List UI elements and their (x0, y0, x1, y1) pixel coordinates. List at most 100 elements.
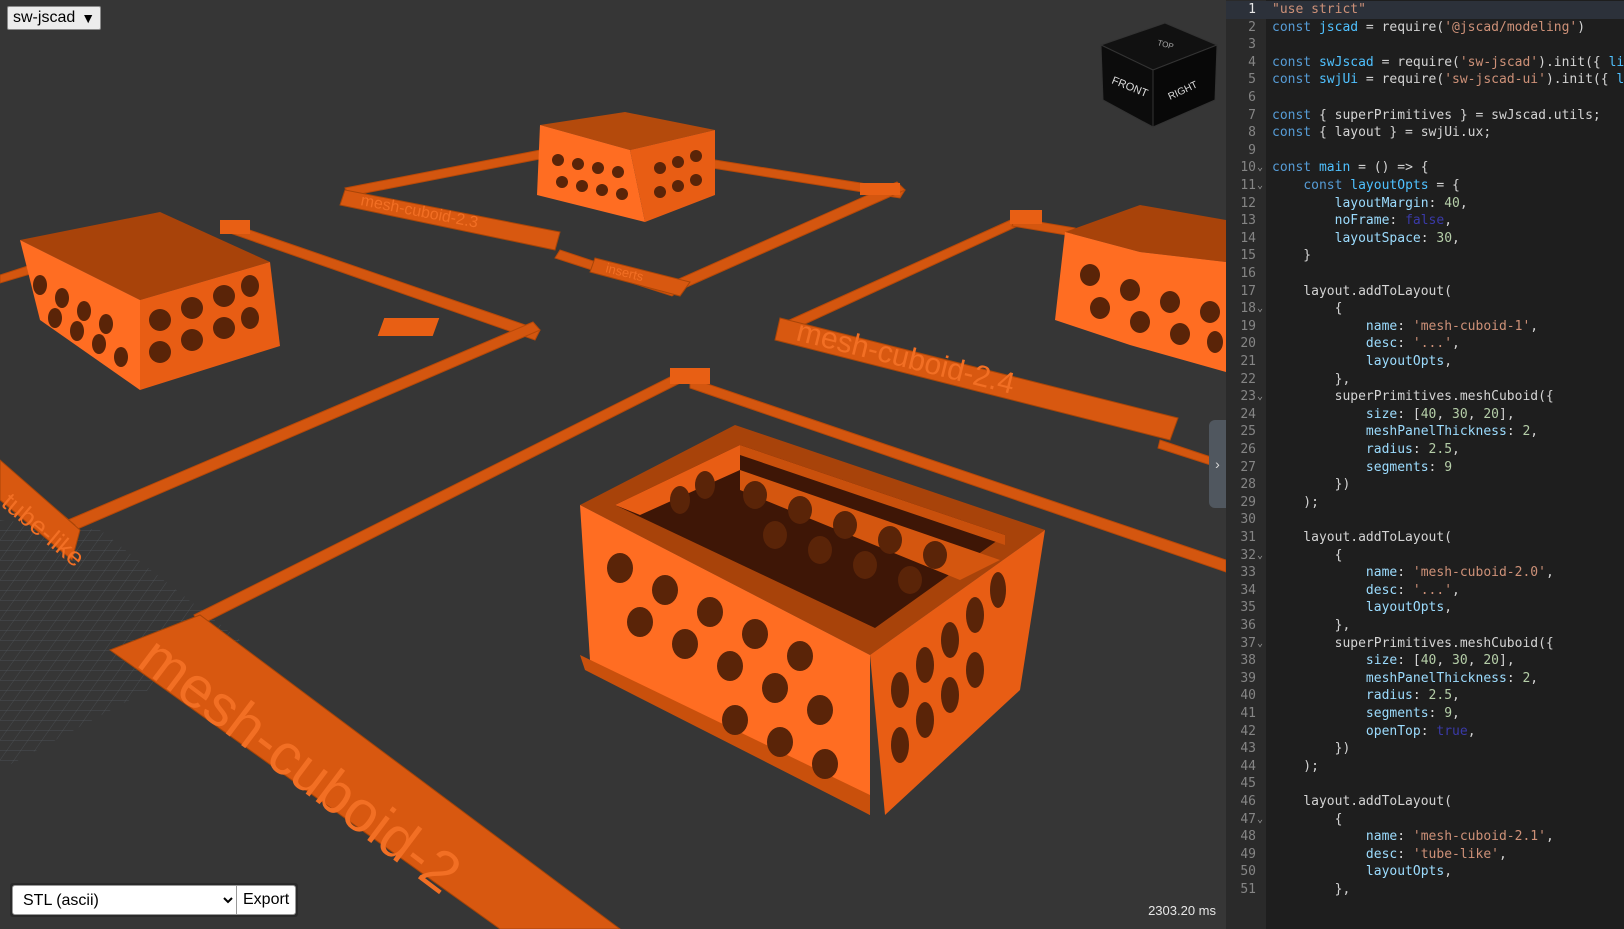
code-text: segments: 9 (1272, 459, 1452, 477)
code-line[interactable]: 46 layout.addToLayout( (1226, 793, 1624, 811)
code-line[interactable]: 11 ⌄ const layoutOpts = { (1226, 177, 1624, 195)
code-line[interactable]: 15 } (1226, 247, 1624, 265)
code-token: : (1397, 582, 1413, 598)
code-token: layoutOpts (1350, 178, 1429, 193)
fold-chevron-icon[interactable]: ⌄ (1257, 388, 1263, 406)
code-line[interactable]: 32 ⌄ { (1226, 547, 1624, 565)
code-line[interactable]: 29 ); (1226, 494, 1624, 512)
code-line[interactable]: 19 name: 'mesh-cuboid-1', (1226, 318, 1624, 336)
code-line[interactable]: 33 name: 'mesh-cuboid-2.0', (1226, 564, 1624, 582)
code-token: radius (1365, 688, 1413, 704)
code-line[interactable]: 13 noFrame: false, (1226, 212, 1624, 230)
code-line[interactable]: 43 }) (1226, 740, 1624, 758)
code-text: { (1272, 300, 1343, 318)
code-line[interactable]: 48 name: 'mesh-cuboid-2.1', (1226, 828, 1624, 846)
code-line[interactable]: 31 layout.addToLayout( (1226, 529, 1624, 547)
library-dropdown[interactable]: sw-jscad ▼ (7, 6, 102, 30)
code-token: const (1272, 54, 1319, 70)
code-line[interactable]: 16 (1226, 265, 1624, 283)
code-line[interactable]: 6 (1226, 89, 1624, 107)
code-line[interactable]: 1 "use strict" (1226, 1, 1624, 20)
code-token: li (1608, 54, 1624, 70)
code-line[interactable]: 2 const jscad = require('@jscad/modeling'… (1226, 19, 1624, 37)
code-line[interactable]: 12 layoutMargin: 40, (1226, 195, 1624, 213)
code-line[interactable]: 26 radius: 2.5, (1226, 441, 1624, 459)
code-token: { (1272, 301, 1343, 317)
export-button[interactable]: Export (237, 885, 297, 915)
triangle-down-icon: ▼ (81, 10, 96, 26)
code-line[interactable]: 8 const { layout } = swjUi.ux; (1226, 124, 1624, 142)
code-line[interactable]: 39 meshPanelThickness: 2, (1226, 670, 1624, 688)
fold-chevron-icon[interactable]: ⌄ (1257, 300, 1263, 318)
line-number: 28 (1240, 477, 1256, 493)
3d-viewport[interactable]: mesh-cuboid-2.3 inserts mesh-cuboid-2.4 … (0, 0, 1226, 929)
code-editor[interactable]: 1 "use strict" 2 const jscad = require('@js… (1226, 0, 1624, 929)
code-text: meshPanelThickness: 2, (1272, 670, 1538, 688)
code-line[interactable]: 21 layoutOpts, (1226, 353, 1624, 371)
code-line[interactable]: 20 desc: '...', (1226, 335, 1624, 353)
code-line[interactable]: 41 segments: 9, (1226, 705, 1624, 723)
line-number: 7 (1248, 107, 1256, 123)
code-line[interactable]: 42 openTop: true, (1226, 723, 1624, 741)
panel-toggle-button[interactable]: › (1209, 420, 1226, 508)
library-dropdown-label: sw-jscad (13, 9, 76, 26)
3d-scene[interactable]: mesh-cuboid-2.3 inserts mesh-cuboid-2.4 … (0, 0, 1226, 929)
code-token: , (1444, 354, 1453, 369)
code-line[interactable]: 47 ⌄ { (1226, 811, 1624, 829)
code-token: 'sw-jscad' (1459, 54, 1539, 70)
code-line[interactable]: 44 ); (1226, 758, 1624, 776)
code-line[interactable]: 17 layout.addToLayout( (1226, 283, 1624, 301)
code-line[interactable]: 27 segments: 9 (1226, 459, 1624, 477)
code-line[interactable]: 28 }) (1226, 476, 1624, 494)
fold-chevron-icon[interactable]: ⌄ (1257, 547, 1263, 565)
code-line[interactable]: 5 const swjUi = require('sw-jscad-ui').in… (1226, 71, 1624, 89)
code-line[interactable]: 35 layoutOpts, (1226, 599, 1624, 617)
code-line[interactable]: 24 size: [40, 30, 20], (1226, 406, 1624, 424)
code-line[interactable]: 36 }, (1226, 617, 1624, 635)
line-number: 19 (1240, 318, 1256, 334)
code-line[interactable]: 23 ⌄ superPrimitives.meshCuboid({ (1226, 388, 1624, 406)
code-line[interactable]: 14 layoutSpace: 30, (1226, 230, 1624, 248)
code-token: 30 (1452, 406, 1468, 422)
fold-chevron-icon[interactable]: ⌄ (1257, 635, 1263, 653)
code-line[interactable]: 34 desc: '...', (1226, 582, 1624, 600)
code-line[interactable]: 45 (1226, 775, 1624, 793)
code-token: }) (1272, 741, 1351, 757)
code-line[interactable]: 4 const swJscad = require('sw-jscad').ini… (1226, 54, 1624, 72)
code-line[interactable]: 50 layoutOpts, (1226, 863, 1624, 881)
fold-chevron-icon[interactable]: ⌄ (1257, 159, 1263, 177)
code-token: 20 (1483, 406, 1499, 422)
code-token: name (1365, 829, 1398, 845)
code-line[interactable]: 9 (1226, 142, 1624, 160)
code-token: ); (1272, 494, 1319, 510)
code-token: , (1444, 864, 1453, 880)
code-line[interactable]: 30 (1226, 511, 1624, 529)
fold-chevron-icon[interactable]: ⌄ (1257, 177, 1263, 195)
code-line[interactable]: 51 }, (1226, 881, 1624, 899)
format-select[interactable]: STL (ascii) (12, 885, 237, 915)
code-token: desc (1365, 582, 1398, 598)
code-line[interactable]: 49 desc: 'tube-like', (1226, 846, 1624, 864)
line-number: 16 (1240, 266, 1256, 281)
code-token: 40 (1420, 406, 1437, 422)
code-line[interactable]: 18 ⌄ { (1226, 300, 1624, 318)
code-text: const jscad = require('@jscad/modeling') (1272, 19, 1585, 37)
export-bar: STL (ascii) Export (10, 883, 299, 917)
code-token: desc (1365, 336, 1398, 352)
code-line[interactable]: 25 meshPanelThickness: 2, (1226, 423, 1624, 441)
view-cube[interactable]: TOP FRONT RIGHT (1095, 15, 1225, 130)
fold-chevron-icon[interactable]: ⌄ (1257, 811, 1263, 829)
code-line[interactable]: 22 }, (1226, 371, 1624, 389)
code-line[interactable]: 7 const { superPrimitives } = swJscad.uti… (1226, 107, 1624, 125)
code-line[interactable]: 37 ⌄ superPrimitives.meshCuboid({ (1226, 635, 1624, 653)
code-line[interactable]: 40 radius: 2.5, (1226, 687, 1624, 705)
code-line[interactable]: 10 ⌄ const main = () => { (1226, 159, 1624, 177)
code-token: 20 (1483, 653, 1499, 669)
code-line[interactable]: 3 (1226, 36, 1624, 54)
code-token: : [ (1397, 406, 1421, 422)
label-text-5: mesh-cuboid-2 (127, 623, 473, 906)
code-line[interactable]: 38 size: [40, 30, 20], (1226, 652, 1624, 670)
